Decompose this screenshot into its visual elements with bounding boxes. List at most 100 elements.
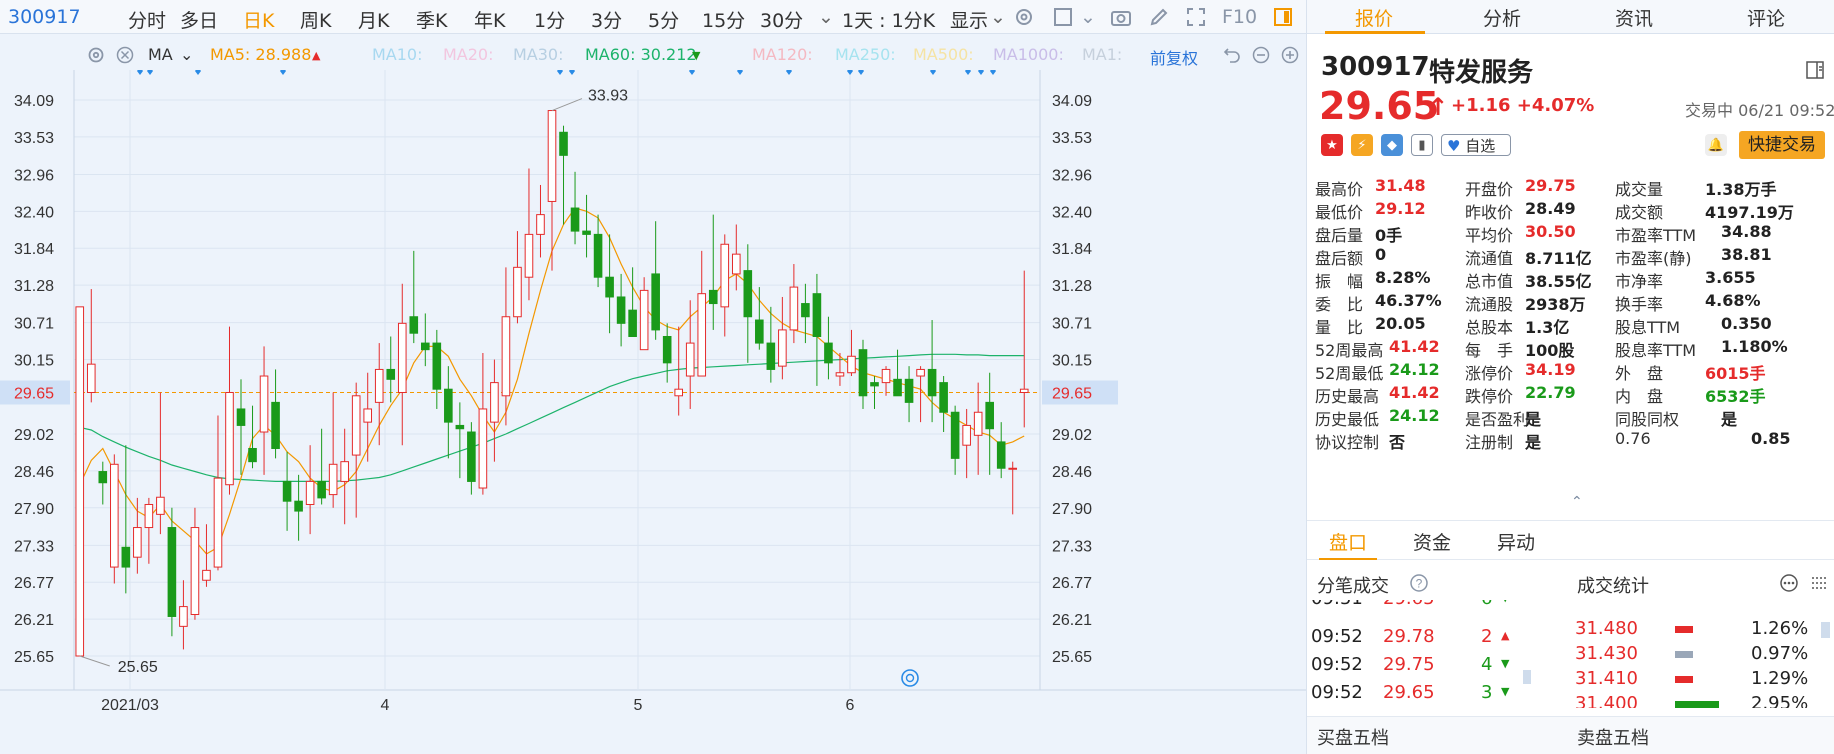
sell-five-label[interactable]: 卖盘五档	[1577, 724, 1649, 750]
stats-bar	[1675, 651, 1693, 658]
tab-quote[interactable]: 报价	[1355, 4, 1393, 31]
zoom-in-icon[interactable]	[1280, 45, 1300, 65]
period-tab-30min[interactable]: 30分	[760, 6, 803, 33]
candle-body	[351, 395, 361, 456]
more-icon[interactable]	[1779, 573, 1799, 593]
period-tab-5min[interactable]: 5分	[648, 6, 679, 33]
x-tick-label: 6	[846, 697, 855, 714]
bookmark-icon[interactable]: ▮	[1411, 134, 1433, 156]
candle-body	[547, 110, 557, 202]
ma-type-label[interactable]: MA	[148, 45, 173, 64]
tick-time: 09:52	[1311, 654, 1363, 675]
candle-body	[685, 342, 695, 377]
quote-value: 34.19	[1525, 360, 1576, 379]
gear-icon[interactable]	[1013, 6, 1035, 28]
candlestick-chart[interactable]: 34.09 34.09 33.53 33.53 32.96 32.96 32.40 32.40…	[0, 70, 1306, 754]
chart-toolbar: 300917 分时 多日 日K 周K 月K 季K 年K 1分 3分 5分 15分…	[0, 0, 1306, 34]
ma1000-label: MA1000:	[993, 45, 1064, 64]
quote-value: 是	[1525, 433, 1542, 452]
quote-value: 24.12	[1389, 360, 1440, 379]
china-flag-icon[interactable]: ★	[1321, 134, 1343, 156]
candle-body	[75, 306, 85, 657]
f10-button[interactable]: F10	[1222, 6, 1257, 28]
range-select[interactable]: 1天 : 1分K	[842, 6, 935, 33]
candle-body	[570, 207, 580, 232]
tab-capital[interactable]: 资金	[1413, 528, 1451, 555]
quote-value: 1.180%	[1721, 337, 1788, 356]
tick-price: 29.65	[1383, 682, 1435, 703]
period-tab-15min[interactable]: 15分	[702, 6, 745, 33]
adjust-select[interactable]: 前复权	[1150, 45, 1198, 69]
candle-body	[778, 329, 787, 367]
tab-analysis[interactable]: 分析	[1483, 4, 1521, 31]
candle-body	[927, 368, 937, 397]
period-tab-quarterk[interactable]: 季K	[416, 6, 447, 33]
period-tab-duori[interactable]: 多日	[180, 6, 218, 33]
candle-body	[996, 441, 1006, 469]
quote-label: 市盈率(静)	[1615, 249, 1692, 268]
panel-toggle-icon[interactable]	[1272, 6, 1294, 28]
quote-label: 跌停价	[1465, 387, 1514, 406]
period-tab-1min[interactable]: 1分	[534, 6, 565, 33]
period-tab-dayk[interactable]: 日K	[243, 6, 274, 33]
y-tick-label-left: 27.33	[14, 538, 54, 555]
quote-label: 内 盘	[1615, 387, 1664, 406]
close-icon[interactable]	[115, 45, 135, 65]
stats-scrollbar[interactable]	[1821, 622, 1830, 638]
tag-icon[interactable]: ◆	[1381, 134, 1403, 156]
chevron-down-icon[interactable]: ⌄	[818, 6, 834, 28]
stats-bar	[1675, 626, 1693, 633]
quote-label: 同股同权	[1615, 410, 1680, 429]
fullscreen-icon[interactable]	[1185, 6, 1207, 28]
quote-value: 22.79	[1525, 383, 1576, 402]
zoom-out-icon[interactable]	[1251, 45, 1271, 65]
display-menu[interactable]: 显示	[950, 6, 988, 33]
stock-code-label[interactable]: 300917	[8, 6, 81, 28]
tab-alerts[interactable]: 异动	[1497, 528, 1535, 555]
stats-list[interactable]: 31.480 1.26% 31.430 0.97% 31.410 1.29% 31.400 2…	[1569, 600, 1834, 708]
price-change: +1.16 +4.07%	[1451, 95, 1595, 116]
help-icon[interactable]: ?	[1409, 573, 1429, 593]
candle-body	[259, 375, 269, 433]
chevron-up-icon[interactable]: ⌃	[1571, 494, 1583, 510]
tab-news[interactable]: 资讯	[1615, 4, 1653, 31]
tab-comments[interactable]: 评论	[1747, 4, 1785, 31]
candle-body	[939, 382, 948, 413]
quote-value: 20.05	[1375, 314, 1426, 333]
candle-body	[950, 411, 960, 459]
undo-icon[interactable]	[1222, 45, 1242, 65]
gear-icon[interactable]	[86, 45, 106, 65]
period-tab-yeark[interactable]: 年K	[474, 6, 505, 33]
candle-body	[340, 461, 349, 482]
camera-icon[interactable]	[1110, 6, 1132, 28]
buy-five-label[interactable]: 买盘五档	[1317, 724, 1389, 750]
quote-value: 28.49	[1525, 199, 1576, 218]
candle-body	[397, 322, 407, 393]
tick-scrollbar[interactable]	[1523, 670, 1531, 684]
quote-label: 股息率TTM	[1615, 341, 1697, 360]
chevron-down-icon[interactable]: ⌄	[990, 6, 1006, 28]
add-watchlist-label: 自选	[1465, 137, 1496, 155]
chevron-down-icon[interactable]: ⌄	[1080, 6, 1096, 28]
tick-list[interactable]: 09:51 29.65 6 ▼ 09:52 29.78 2 ▲ 09:52 29.75 4 ▼ 09:5…	[1307, 600, 1567, 708]
candle-body	[973, 411, 983, 436]
square-icon[interactable]	[1052, 6, 1074, 28]
pencil-icon[interactable]	[1148, 6, 1170, 28]
candle-body	[225, 391, 234, 486]
period-tab-fenshi[interactable]: 分时	[128, 6, 166, 33]
ma5-label: MA5: 28.988	[210, 45, 312, 64]
tab-pankou[interactable]: 盘口	[1329, 528, 1367, 555]
tick-volume: 3	[1481, 682, 1493, 703]
quick-trade-button[interactable]: 快捷交易	[1739, 131, 1825, 159]
candle-body	[893, 378, 902, 397]
chevron-down-icon[interactable]: ⌄	[180, 45, 193, 64]
candle-body	[144, 503, 154, 529]
list-icon[interactable]	[1809, 573, 1829, 593]
period-tab-3min[interactable]: 3分	[591, 6, 622, 33]
lightning-icon[interactable]: ⚡	[1351, 134, 1373, 156]
layout-icon[interactable]	[1805, 60, 1825, 80]
bell-icon[interactable]: 🔔	[1705, 134, 1727, 156]
period-tab-weekk[interactable]: 周K	[300, 6, 331, 33]
add-watchlist-button[interactable]: ♥ 自选	[1441, 134, 1511, 156]
period-tab-monthk[interactable]: 月K	[358, 6, 389, 33]
